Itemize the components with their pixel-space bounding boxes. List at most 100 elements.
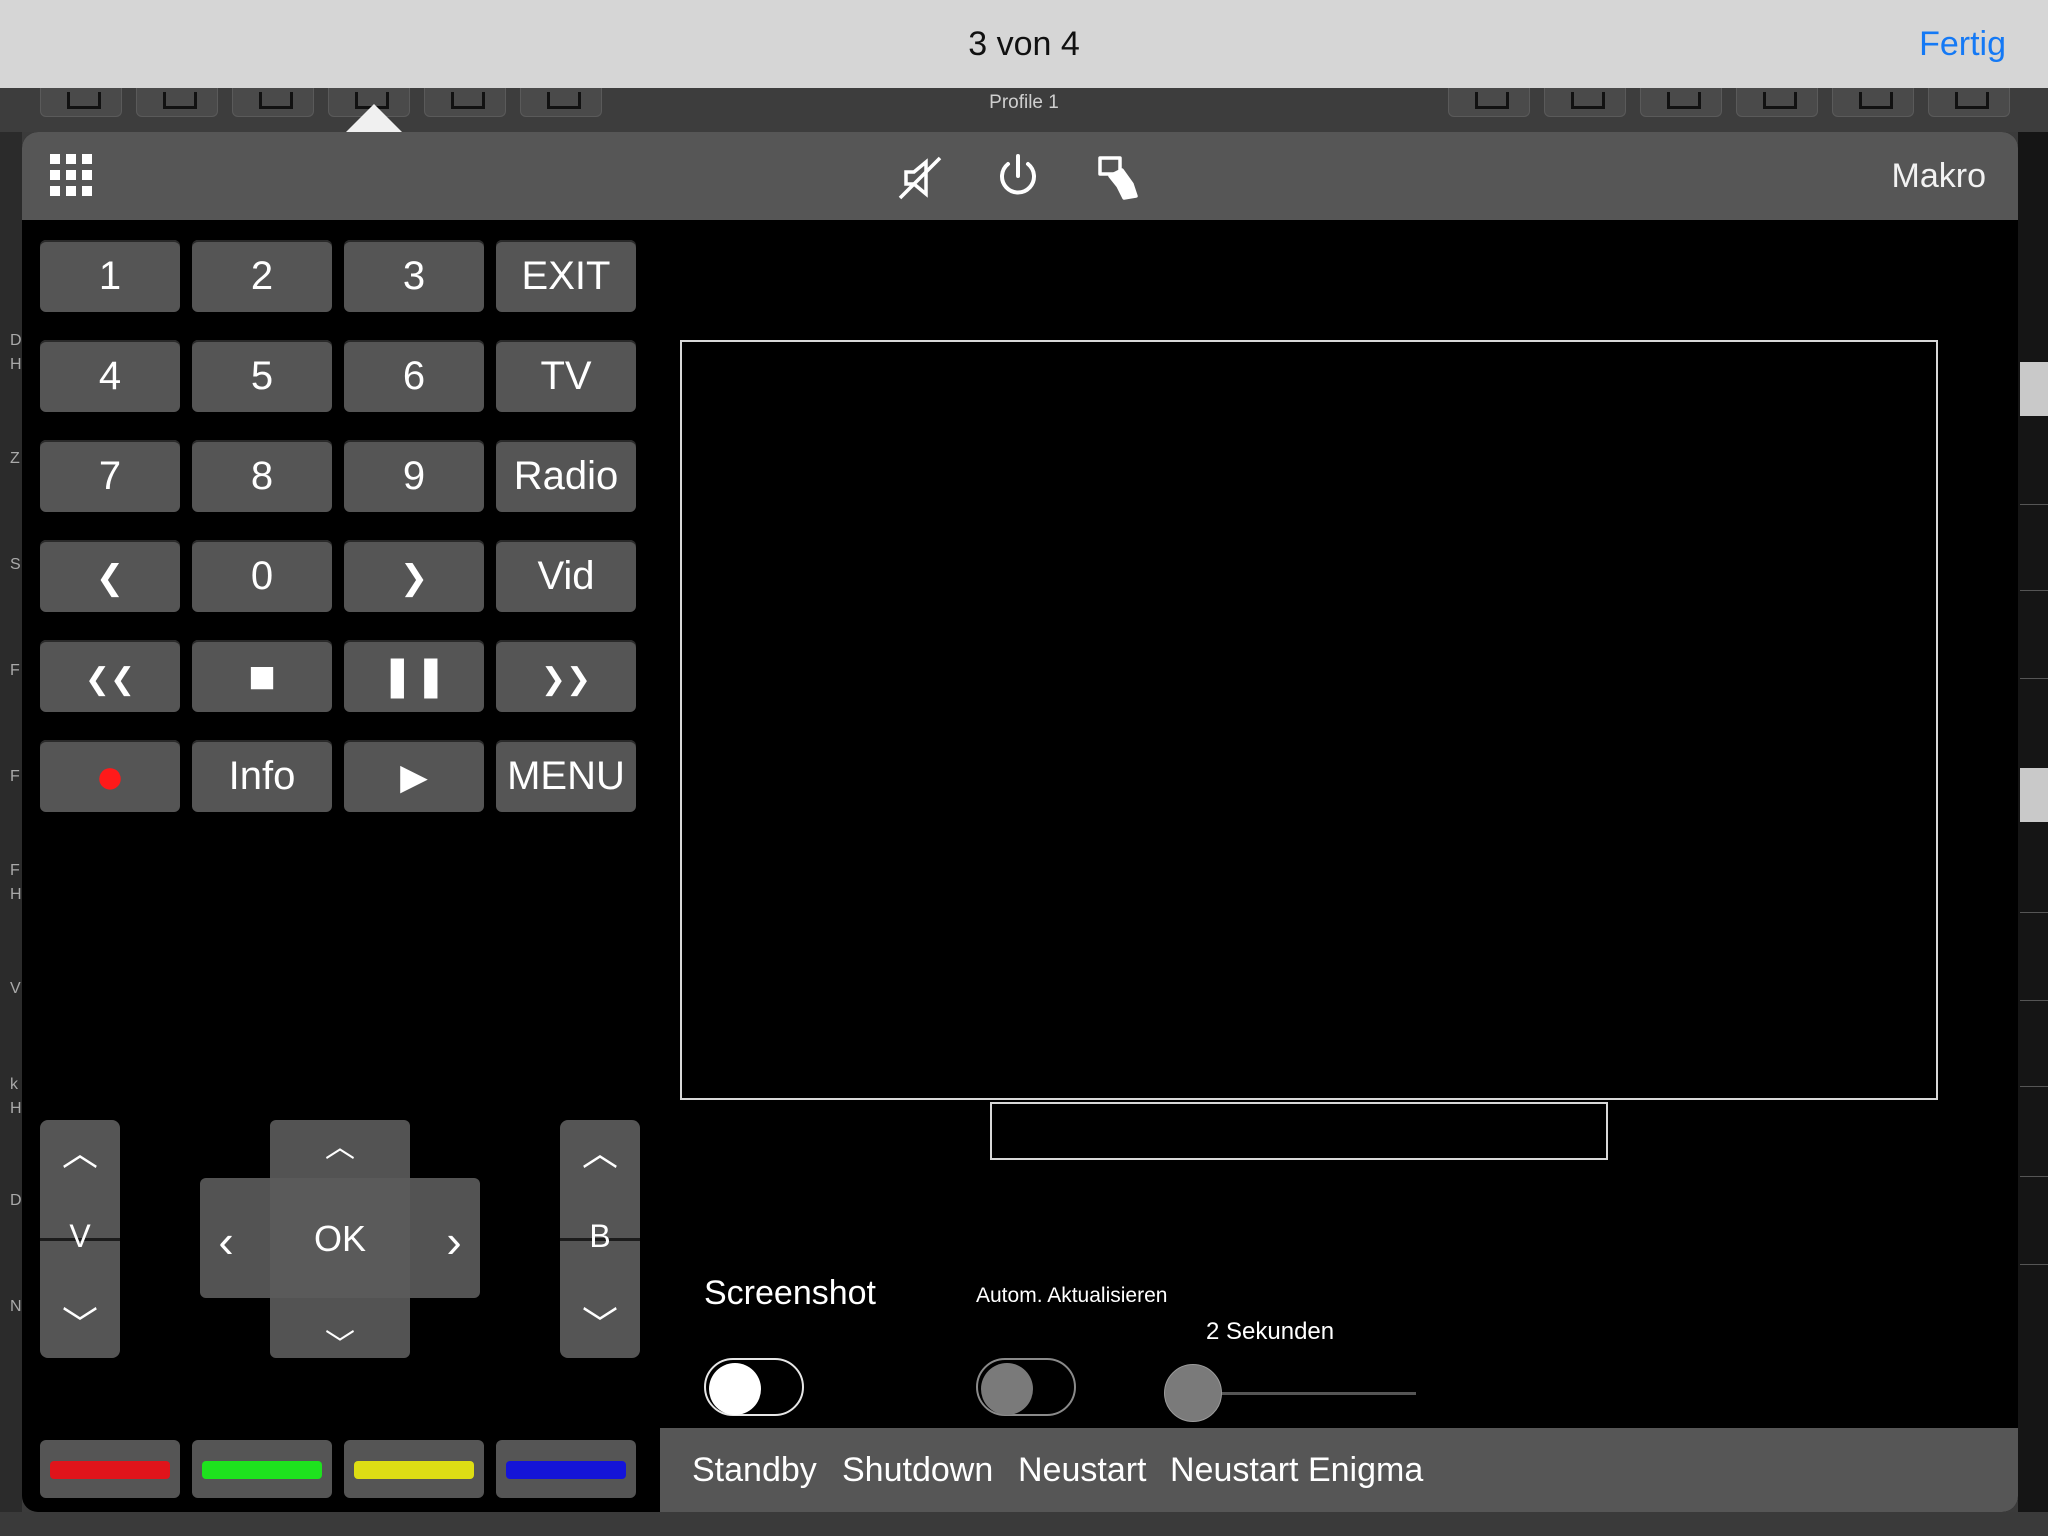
key-0-button[interactable]: 0 [192, 540, 332, 612]
key-label: ❯❯ [540, 663, 592, 696]
list-divider [2020, 1264, 2048, 1265]
red-button[interactable] [40, 1440, 180, 1498]
list-divider [2020, 1176, 2048, 1177]
done-button[interactable]: Fertig [1919, 0, 2006, 88]
popover-arrow-icon [346, 104, 402, 132]
refresh-interval-slider[interactable] [1164, 1364, 1222, 1422]
volume-up-button[interactable]: ︿ [40, 1124, 120, 1176]
scroll-indicator [2020, 362, 2048, 416]
volume-down-button[interactable]: ﹀ [40, 1296, 120, 1348]
key-label: 3 [402, 254, 426, 298]
tv-stand [990, 1102, 1608, 1160]
key-5-button[interactable]: 5 [192, 340, 332, 412]
scroll-indicator [2020, 768, 2048, 822]
refresh-interval-label: 2 Sekunden [1206, 1318, 1335, 1345]
yellow-bar [354, 1461, 474, 1479]
bouquet-up-button[interactable]: ︿ [560, 1124, 640, 1176]
key-6-button[interactable]: 6 [344, 340, 484, 412]
key-7-button[interactable]: 7 [40, 440, 180, 512]
menu-button[interactable]: MENU [496, 740, 636, 812]
blue-button[interactable] [496, 1440, 636, 1498]
key-label: ❯ [399, 559, 429, 597]
green-bar [202, 1461, 322, 1479]
yellow-button[interactable] [344, 1440, 484, 1498]
shutdown-button[interactable]: Shutdown [842, 1428, 993, 1512]
side-letter: H [10, 356, 22, 373]
key-1-button[interactable]: 1 [40, 240, 180, 312]
key-4-button[interactable]: 4 [40, 340, 180, 412]
macro-button[interactable]: Makro [1892, 132, 1986, 220]
key-label: ❮❮ [84, 663, 136, 696]
pause-button[interactable]: ❚❚ [344, 640, 484, 712]
channel-prev-button[interactable]: ❮ [40, 540, 180, 612]
auto-refresh-toggle[interactable] [976, 1358, 1076, 1416]
key-3-button[interactable]: 3 [344, 240, 484, 312]
key-label: ● [94, 748, 126, 804]
grid-menu-icon[interactable] [50, 154, 92, 196]
radio-button[interactable]: Radio [496, 440, 636, 512]
fast-forward-button[interactable]: ❯❯ [496, 640, 636, 712]
side-letter: Z [10, 450, 20, 467]
toggle-knob [981, 1363, 1033, 1415]
record-button[interactable]: ● [40, 740, 180, 812]
blue-bar [506, 1461, 626, 1479]
list-divider [2020, 678, 2048, 679]
refresh-interval-track [1216, 1392, 1416, 1395]
background-list-right [2018, 132, 2048, 1512]
ok-button[interactable]: OK [270, 1218, 410, 1260]
side-letter: F [10, 768, 20, 785]
list-divider [2020, 912, 2048, 913]
list-divider [2020, 504, 2048, 505]
standby-button[interactable]: Standby [692, 1428, 817, 1512]
side-letter: H [10, 1100, 22, 1117]
side-letter: F [10, 662, 20, 679]
video-button[interactable]: Vid [496, 540, 636, 612]
screenshot-hand-icon[interactable] [1096, 154, 1144, 202]
side-letter: k [10, 1076, 18, 1093]
key-label: 7 [98, 454, 122, 498]
stop-button[interactable]: ■ [192, 640, 332, 712]
key-label: 2 [250, 254, 274, 298]
exit-button[interactable]: EXIT [496, 240, 636, 312]
green-button[interactable] [192, 1440, 332, 1498]
mute-icon[interactable] [898, 156, 942, 200]
remote-popup: Makro 1 2 3 EXIT 4 5 6 TV 7 8 9 Radio ❮ 0 ❯ Vid ❮❮ ■ ❚❚ ❯❯ ●… [22, 132, 2018, 1512]
dpad-left-button[interactable]: ‹ [206, 1214, 246, 1268]
key-label: 4 [98, 354, 122, 398]
key-9-button[interactable]: 9 [344, 440, 484, 512]
key-label: ■ [248, 650, 276, 702]
key-label: ▶ [400, 756, 428, 797]
play-button[interactable]: ▶ [344, 740, 484, 812]
info-button[interactable]: Info [192, 740, 332, 812]
power-icon[interactable] [996, 152, 1040, 200]
restart-enigma-button[interactable]: Neustart Enigma [1170, 1428, 1423, 1512]
key-label: Radio [513, 454, 619, 498]
volume-label: V [69, 1218, 91, 1254]
key-8-button[interactable]: 8 [192, 440, 332, 512]
screenshot-toggle[interactable] [704, 1358, 804, 1416]
dpad-right-button[interactable]: › [434, 1214, 474, 1268]
key-label: TV [540, 354, 592, 398]
side-letter: H [10, 886, 22, 903]
list-divider [2020, 590, 2048, 591]
page-indicator: 3 von 4 [968, 25, 1080, 63]
bouquet-label: B [589, 1218, 611, 1254]
key-label: Vid [537, 554, 595, 598]
dpad-down-button[interactable]: ﹀ [270, 1320, 410, 1364]
background-footer [0, 1512, 2048, 1536]
key-label: 1 [98, 254, 122, 298]
bouquet-rocker: ︿ B ﹀ [560, 1120, 640, 1358]
tv-button[interactable]: TV [496, 340, 636, 412]
list-divider [2020, 1000, 2048, 1001]
key-2-button[interactable]: 2 [192, 240, 332, 312]
channel-next-button[interactable]: ❯ [344, 540, 484, 612]
restart-button[interactable]: Neustart [1018, 1428, 1147, 1512]
tv-screenshot-frame [680, 340, 1938, 1100]
key-label: EXIT [521, 254, 611, 298]
toggle-knob [709, 1363, 761, 1415]
rewind-button[interactable]: ❮❮ [40, 640, 180, 712]
key-label: Info [228, 754, 296, 798]
dpad-up-button[interactable]: ︿ [270, 1122, 410, 1166]
side-letter: V [10, 980, 21, 997]
bouquet-down-button[interactable]: ﹀ [560, 1296, 640, 1348]
